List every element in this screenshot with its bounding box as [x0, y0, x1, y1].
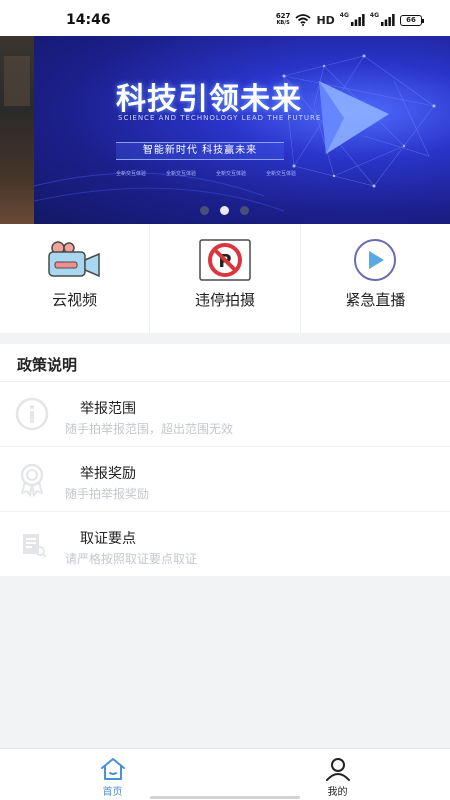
banner-tags: 全新交互体验 全新交互体验 全新交互体验 全新交互体验	[116, 170, 296, 177]
home-indicator[interactable]	[150, 796, 300, 799]
home-icon	[100, 758, 125, 780]
banner-slide[interactable]: 科技引领未来 SCIENCE AND TECHNOLOGY LEAD THE F…	[34, 36, 450, 224]
quick-action-cloud-video[interactable]: 云视频	[0, 224, 151, 333]
award-icon	[20, 463, 44, 497]
banner-carousel[interactable]: 科技引领未来 SCIENCE AND TECHNOLOGY LEAD THE F…	[0, 36, 450, 224]
signal-1-label: 4G	[339, 11, 349, 19]
policy-item-name: 举报奖励	[80, 466, 136, 482]
policy-item-desc: 请严格按照取证要点取证	[65, 552, 198, 566]
info-icon	[15, 397, 49, 431]
quick-action-label: 违停拍摄	[194, 291, 255, 309]
policy-item-report-scope[interactable]: 举报范围 随手拍举报范围，超出范围无效	[0, 382, 450, 447]
carousel-dot[interactable]	[200, 206, 209, 215]
policy-item-desc: 随手拍举报奖励	[65, 487, 150, 501]
wifi-icon	[295, 14, 312, 26]
quick-action-emergency-live[interactable]: 紧急直播	[301, 224, 450, 333]
banner-previous-slide-photo	[0, 36, 34, 224]
quick-actions: 云视频 P 违停拍摄 紧急直播	[0, 224, 450, 333]
battery-icon: 66	[400, 14, 424, 26]
nav-item-home[interactable]: 首页	[0, 749, 225, 800]
hd-label: HD	[316, 13, 335, 27]
status-time: 14:46	[66, 12, 111, 28]
policy-item-desc: 随手拍举报范围，超出范围无效	[65, 422, 234, 436]
status-bar: 14:46 627 KB/S HD 4G 4G 66	[0, 0, 450, 36]
quick-action-label: 紧急直播	[345, 291, 406, 309]
policy-item-name: 举报范围	[80, 401, 136, 417]
banner-mesh-graphic	[34, 54, 436, 212]
policy-item-evidence-points[interactable]: 取证要点 请严格按照取证要点取证	[0, 512, 450, 577]
carousel-dot[interactable]	[240, 206, 249, 215]
policy-item-report-reward[interactable]: 举报奖励 随手拍举报奖励	[0, 447, 450, 512]
signal-2-icon	[381, 14, 395, 26]
carousel-indicator	[200, 206, 249, 215]
quick-action-label: 云视频	[52, 291, 98, 309]
policy-item-name: 取证要点	[80, 531, 136, 547]
no-parking-icon: P	[199, 239, 251, 281]
camera-icon	[47, 241, 100, 278]
banner-tag: 全新交互体验	[165, 171, 196, 177]
nav-item-mine[interactable]: 我的	[225, 749, 450, 800]
banner-tag: 全新交互体验	[116, 171, 147, 177]
user-icon	[325, 758, 350, 781]
play-icon	[354, 239, 397, 281]
signal-1-icon	[350, 14, 365, 26]
signal-2-label: 4G	[369, 11, 379, 19]
banner-title: 科技引领未来	[116, 82, 302, 117]
quick-action-illegal-parking[interactable]: P 违停拍摄	[150, 224, 301, 333]
status-indicators: 627 KB/S HD 4G 4G 66	[276, 11, 424, 28]
network-speed-unit: KB/S	[276, 20, 290, 26]
document-icon	[23, 534, 47, 558]
carousel-dot-active[interactable]	[220, 206, 229, 215]
banner-tag: 全新交互体验	[265, 171, 296, 177]
banner-slogan: 智能新时代 科技赢未来	[116, 142, 284, 160]
network-speed: 627 KB/S	[276, 13, 291, 27]
policy-section: 政策说明 举报范围 随手拍举报范围，超出范围无效 举报奖励 随手拍举报奖励 取证…	[0, 344, 450, 576]
banner-tag: 全新交互体验	[215, 171, 246, 177]
banner-subtitle: SCIENCE AND TECHNOLOGY LEAD THE FUTURE	[118, 114, 322, 122]
bottom-nav: 首页 我的	[0, 748, 450, 800]
network-speed-value: 627	[275, 12, 291, 20]
policy-title: 政策说明	[17, 356, 78, 374]
